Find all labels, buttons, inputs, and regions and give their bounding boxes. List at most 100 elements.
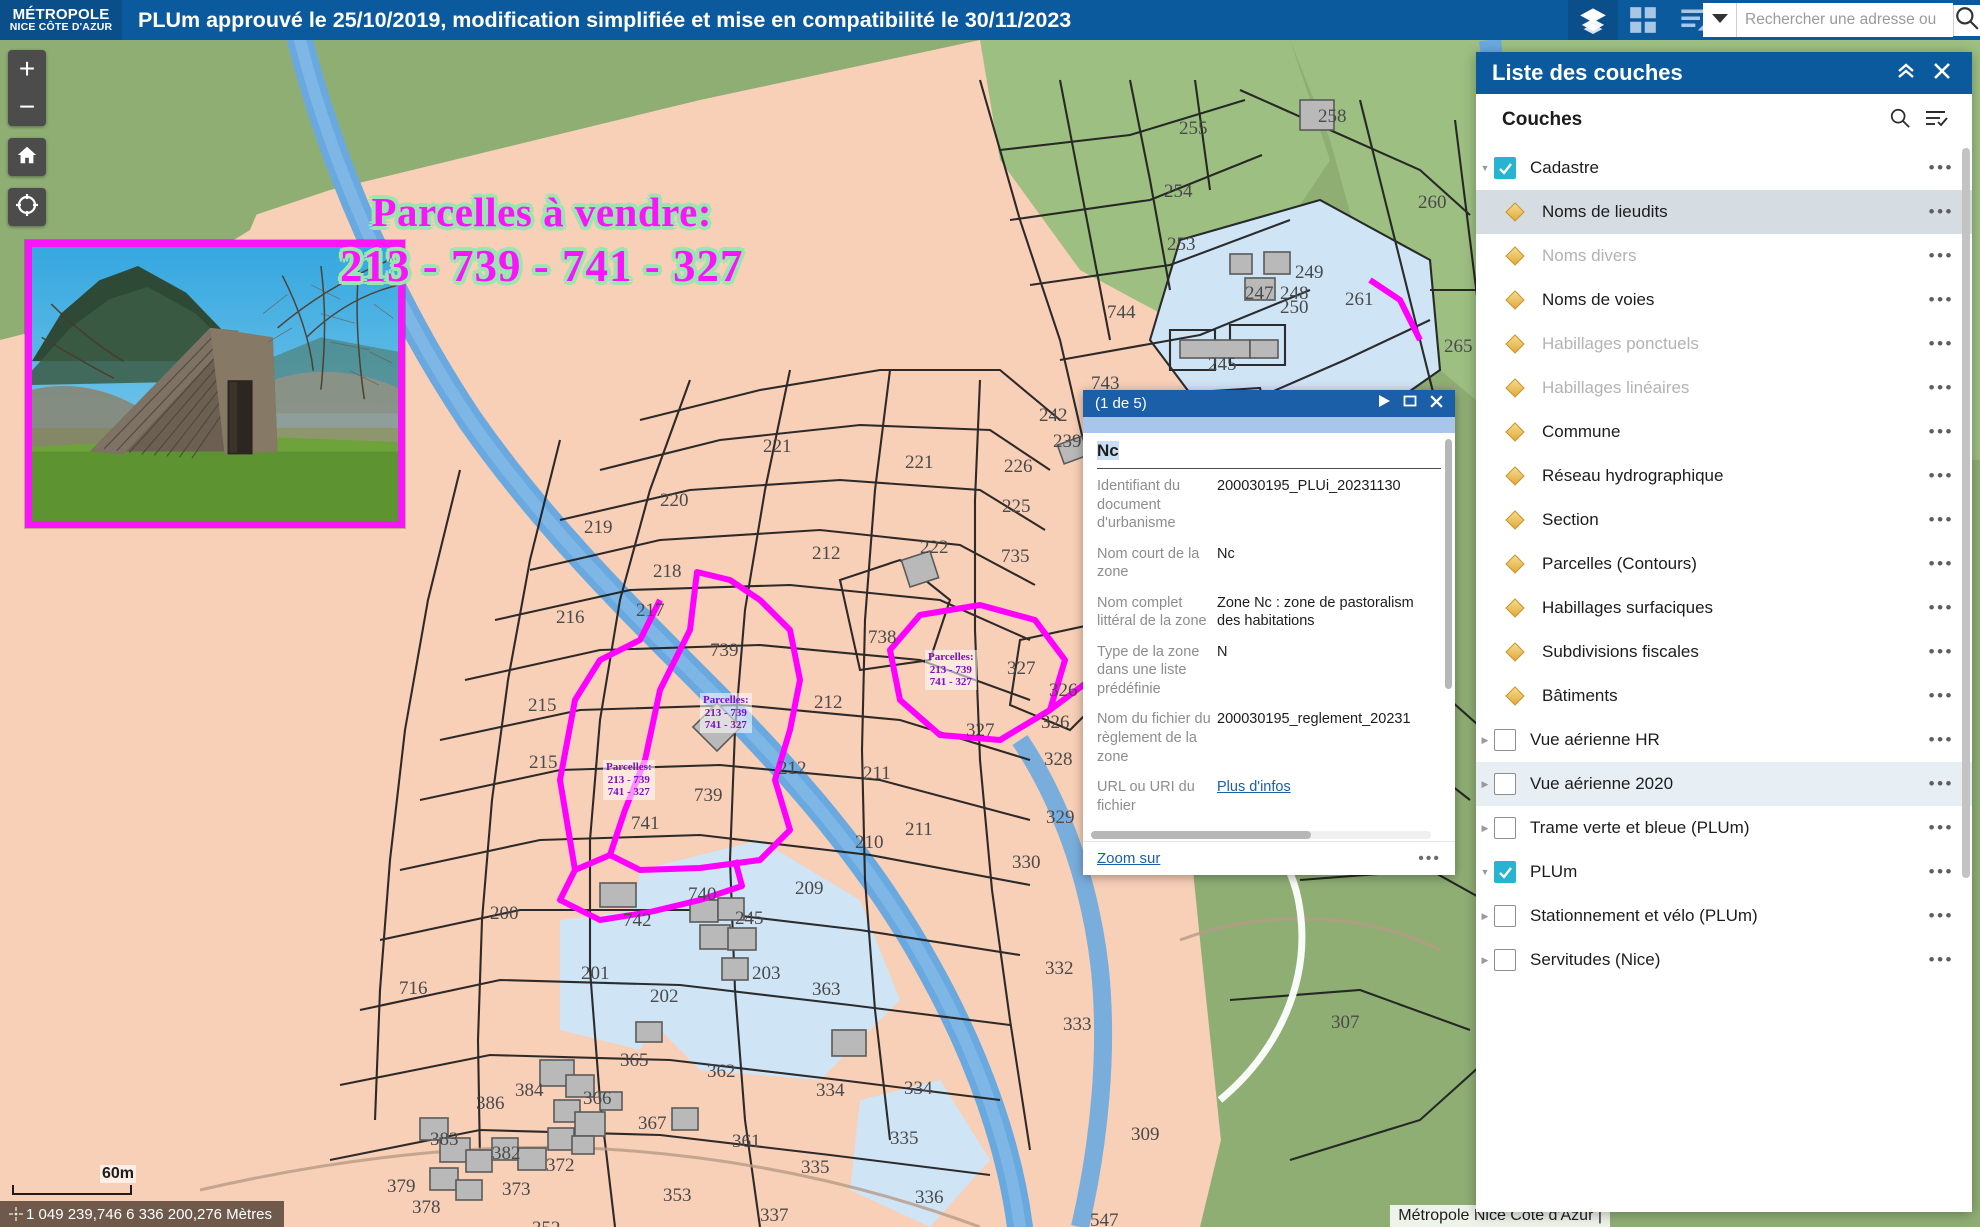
map-navigation-tools: + − (8, 50, 46, 226)
popup-vertical-scrollbar[interactable] (1445, 439, 1452, 779)
search-area (1703, 0, 1980, 40)
layer-list-item[interactable]: Habillages linéaires ••• (1476, 366, 1972, 410)
layer-item-options-button[interactable]: ••• (1929, 686, 1954, 706)
popup-zoom-to-link[interactable]: Zoom sur (1097, 850, 1160, 867)
layer-item-options-button[interactable]: ••• (1929, 422, 1954, 442)
popup-attribute-label: Nom du fichier du règlement de la zone (1097, 711, 1211, 765)
basemap-gallery-button[interactable] (1618, 0, 1668, 40)
popup-attribute-value: Zone Nc : zone de pastoralism des habita… (1217, 594, 1414, 630)
layer-item-options-button[interactable]: ••• (1929, 246, 1954, 266)
chevron-right-icon[interactable]: ▶ (1476, 823, 1494, 834)
layers-button[interactable] (1568, 0, 1618, 40)
popup-footer: Zoom sur ••• (1083, 841, 1455, 875)
locate-button[interactable] (8, 188, 46, 226)
layer-list-item[interactable]: Habillages surfaciques ••• (1476, 586, 1972, 630)
layer-item-options-button[interactable]: ••• (1929, 510, 1954, 530)
feature-popup: (1 de 5) Nc Identifiant du document d'ur… (1083, 390, 1455, 875)
layer-checkbox[interactable] (1494, 905, 1516, 927)
layer-checkbox[interactable] (1494, 157, 1516, 179)
layer-list-item[interactable]: ▶ Vue aérienne HR ••• (1476, 718, 1972, 762)
chevron-down-icon[interactable]: ▼ (1476, 867, 1494, 877)
layer-checkbox[interactable] (1494, 773, 1516, 795)
layer-symbol-diamond-icon (1502, 685, 1528, 707)
layer-item-options-button[interactable]: ••• (1929, 378, 1954, 398)
layer-item-options-button[interactable]: ••• (1929, 950, 1954, 970)
chevron-right-icon[interactable]: ▶ (1476, 779, 1494, 790)
play-next-icon (1377, 394, 1391, 413)
layer-item-options-button[interactable]: ••• (1929, 642, 1954, 662)
layer-item-options-button[interactable]: ••• (1929, 466, 1954, 486)
layer-panel-subheader: Couches (1476, 94, 1972, 146)
chevron-down-icon[interactable]: ▼ (1476, 163, 1494, 173)
search-source-dropdown[interactable] (1703, 3, 1737, 37)
layer-list-item[interactable]: Noms divers ••• (1476, 234, 1972, 278)
zoom-in-button[interactable]: + (8, 50, 46, 88)
layer-list-item[interactable]: ▶ Trame verte et bleue (PLUm) ••• (1476, 806, 1972, 850)
layer-list-item[interactable]: Commune ••• (1476, 410, 1972, 454)
layer-item-label: Vue aérienne HR (1530, 730, 1660, 749)
layer-checkbox[interactable] (1494, 949, 1516, 971)
layer-item-label: Cadastre (1530, 158, 1599, 177)
layer-list-item[interactable]: Noms de lieudits ••• (1476, 190, 1972, 234)
layer-item-label: Noms divers (1542, 246, 1637, 265)
layer-item-options-button[interactable]: ••• (1929, 334, 1954, 354)
layer-item-options-button[interactable]: ••• (1929, 906, 1954, 926)
chevron-right-icon[interactable]: ▶ (1476, 735, 1494, 746)
popup-more-options-button[interactable]: ••• (1418, 850, 1441, 868)
layer-filter-button[interactable] (1918, 102, 1954, 138)
coordinate-readout: 1 049 239,746 6 336 200,276 Mètres (0, 1201, 285, 1227)
layer-list-item[interactable]: ▶ Servitudes (Nice) ••• (1476, 938, 1972, 982)
layer-list[interactable]: ▼ Cadastre ••• Noms de lieudits ••• Noms dive… (1476, 146, 1972, 1212)
layer-item-options-button[interactable]: ••• (1929, 862, 1954, 882)
layer-item-options-button[interactable]: ••• (1929, 158, 1954, 178)
layer-item-options-button[interactable]: ••• (1929, 818, 1954, 838)
search-input[interactable] (1737, 3, 1953, 37)
layer-symbol-diamond-icon (1502, 465, 1528, 487)
layer-checkbox[interactable] (1494, 817, 1516, 839)
search-submit-button[interactable] (1953, 4, 1980, 36)
layer-list-item[interactable]: ▶ Vue aérienne 2020 ••• (1476, 762, 1972, 806)
popup-close-button[interactable] (1423, 391, 1449, 417)
popup-feature-title: Nc (1097, 433, 1441, 469)
layer-list-item[interactable]: Bâtiments ••• (1476, 674, 1972, 718)
layer-checkbox[interactable] (1494, 861, 1516, 883)
layer-item-label: Section (1542, 510, 1599, 529)
layer-panel-close-button[interactable] (1924, 55, 1960, 91)
layer-search-button[interactable] (1882, 102, 1918, 138)
layer-list-scrollbar[interactable] (1962, 148, 1970, 1188)
layer-list-item[interactable]: Noms de voies ••• (1476, 278, 1972, 322)
layer-list-item[interactable]: Subdivisions fiscales ••• (1476, 630, 1972, 674)
popup-attribute-row: Nom complet littéral de la zone Zone Nc :… (1083, 594, 1455, 631)
layer-list-item[interactable]: ▼ Cadastre ••• (1476, 146, 1972, 190)
layer-list-item[interactable]: Section ••• (1476, 498, 1972, 542)
metropole-logo[interactable]: MÉTROPOLE NICE CÔTE D'AZUR (0, 0, 122, 40)
layer-list-item[interactable]: ▼ PLUm ••• (1476, 850, 1972, 894)
layer-checkbox[interactable] (1494, 729, 1516, 751)
maximize-icon (1403, 394, 1417, 413)
popup-more-info-link[interactable]: Plus d'infos (1217, 779, 1291, 795)
popup-horizontal-scrollbar[interactable] (1091, 831, 1431, 839)
popup-attribute-row: URL ou URI du fichier Plus d'infos (1083, 778, 1455, 815)
zoom-out-button[interactable]: − (8, 88, 46, 126)
layer-item-label: PLUm (1530, 862, 1578, 881)
layer-item-options-button[interactable]: ••• (1929, 554, 1954, 574)
popup-feature-title-text: Nc (1097, 441, 1119, 460)
chevron-right-icon[interactable]: ▶ (1476, 911, 1494, 922)
layer-list-item[interactable]: Réseau hydrographique ••• (1476, 454, 1972, 498)
layer-item-options-button[interactable]: ••• (1929, 774, 1954, 794)
layer-item-options-button[interactable]: ••• (1929, 598, 1954, 618)
layer-list-item[interactable]: Habillages ponctuels ••• (1476, 322, 1972, 366)
layer-symbol-diamond-icon (1502, 641, 1528, 663)
chevron-right-icon[interactable]: ▶ (1476, 955, 1494, 966)
layer-panel-collapse-button[interactable] (1888, 55, 1924, 91)
home-button[interactable] (8, 138, 46, 176)
layer-item-options-button[interactable]: ••• (1929, 290, 1954, 310)
layer-item-label: Servitudes (Nice) (1530, 950, 1661, 969)
layer-item-options-button[interactable]: ••• (1929, 730, 1954, 750)
popup-maximize-button[interactable] (1397, 391, 1423, 417)
popup-next-button[interactable] (1371, 391, 1397, 417)
layer-item-options-button[interactable]: ••• (1929, 202, 1954, 222)
layer-list-item[interactable]: Parcelles (Contours) ••• (1476, 542, 1972, 586)
layer-list-item[interactable]: ▶ Stationnement et vélo (PLUm) ••• (1476, 894, 1972, 938)
popup-body: Nc Identifiant du document d'urbanisme 20… (1083, 433, 1455, 841)
